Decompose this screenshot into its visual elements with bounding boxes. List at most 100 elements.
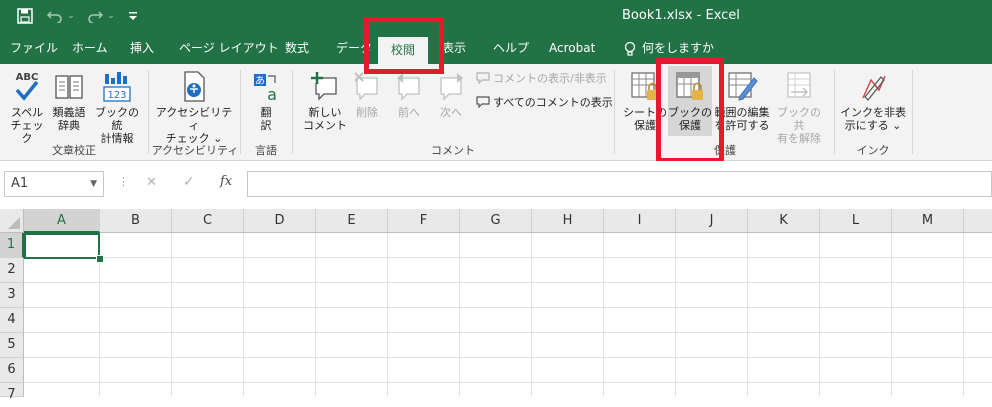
translate-line2: 訳 — [260, 119, 272, 132]
hide-ink-line1: インクを非表 — [840, 106, 906, 119]
next-comment-icon — [440, 73, 463, 101]
redo-dropdown-icon[interactable]: ⌄ — [106, 7, 116, 25]
enter-icon[interactable]: ✓ — [183, 174, 195, 190]
column-header-G[interactable]: G — [460, 209, 532, 233]
insert-function-icon[interactable]: fx — [220, 174, 232, 189]
column-header-D[interactable]: D — [244, 209, 316, 233]
workbook-statistics-button[interactable]: 123 ブックの統 計情報 — [92, 70, 142, 145]
highlight-box-protect-workbook — [656, 58, 724, 163]
stats-line1: ブックの統 — [95, 106, 139, 132]
new-comment-button[interactable]: 新しい コメント — [298, 70, 352, 132]
show-all-comments-icon — [476, 96, 490, 108]
row-header-2[interactable]: 2 — [0, 258, 24, 283]
column-header-B[interactable]: B — [100, 209, 172, 233]
worksheet-grid[interactable]: A B C D E F G H I J K L M 1 2 3 4 5 6 7 — [0, 209, 992, 402]
accessibility-line1: アクセシビリティ — [155, 106, 233, 132]
cancel-icon[interactable]: ✕ — [146, 175, 157, 190]
group-separator — [240, 70, 241, 154]
group-label-accessibility: アクセシビリティ — [151, 144, 239, 157]
new-comment-line1: 新しい — [308, 106, 342, 119]
redo-icon[interactable] — [86, 7, 104, 25]
row-header-5[interactable]: 5 — [0, 333, 24, 358]
spelling-button[interactable]: ABC スペル チェック — [6, 70, 48, 145]
row-header-4[interactable]: 4 — [0, 308, 24, 333]
svg-text:a: a — [267, 85, 277, 104]
allow-edit-ranges-icon — [728, 72, 758, 101]
column-header-F[interactable]: F — [388, 209, 460, 233]
next-comment-label: 次へ — [440, 106, 462, 119]
column-header-L[interactable]: L — [820, 209, 892, 233]
hide-ink-button[interactable]: インクを非表 示にする ⌄ — [840, 70, 906, 132]
lightbulb-icon — [624, 41, 636, 56]
name-box[interactable]: A1 ▼ — [4, 171, 104, 197]
column-header-E[interactable]: E — [316, 209, 388, 233]
delete-comment-button[interactable]: 削除 — [352, 70, 382, 119]
unshare-workbook-button[interactable]: ブックの共 有を解除 — [772, 70, 826, 145]
previous-comment-icon — [397, 73, 420, 101]
name-box-dropdown-icon[interactable]: ▼ — [90, 172, 97, 196]
tab-formulas[interactable]: 数式 — [285, 33, 309, 64]
undo-icon[interactable] — [46, 7, 64, 25]
tab-insert[interactable]: 挿入 — [130, 33, 154, 64]
tab-home[interactable]: ホーム — [72, 33, 108, 64]
active-cell-A1[interactable] — [24, 233, 100, 259]
cell-area[interactable] — [24, 233, 992, 397]
tab-file[interactable]: ファイル — [10, 33, 58, 64]
column-header-K[interactable]: K — [748, 209, 820, 233]
spelling-line1: スペル — [10, 106, 44, 119]
column-header-A[interactable]: A — [24, 209, 100, 233]
thesaurus-button[interactable]: 類義語 辞典 — [48, 70, 90, 132]
customize-qat-icon[interactable] — [126, 7, 140, 25]
column-header-overflow[interactable] — [964, 209, 992, 233]
thesaurus-line2: 辞典 — [58, 119, 80, 132]
show-hide-comment-button[interactable]: コメントの表示/非表示 — [476, 70, 607, 86]
formula-input[interactable] — [247, 171, 992, 197]
column-header-I[interactable]: I — [604, 209, 676, 233]
row-header-7[interactable]: 7 — [0, 383, 24, 402]
statistics-icon: 123 — [103, 72, 131, 102]
select-all-corner[interactable] — [0, 209, 24, 233]
fill-handle[interactable] — [96, 255, 104, 263]
translate-icon: あ a — [254, 74, 277, 104]
group-separator — [148, 70, 149, 154]
hide-ink-icon — [862, 75, 886, 101]
tab-acrobat[interactable]: Acrobat — [549, 33, 595, 64]
save-icon[interactable] — [16, 7, 34, 25]
show-all-comments-button[interactable]: すべてのコメントの表示 — [476, 94, 613, 110]
group-label-language: 言語 — [255, 144, 277, 157]
group-label-protect: 保護 — [714, 144, 736, 157]
translate-button[interactable]: あ a 翻 訳 — [246, 70, 286, 132]
book-icon — [55, 75, 83, 99]
group-separator — [834, 70, 835, 154]
column-header-J[interactable]: J — [676, 209, 748, 233]
delete-comment-icon — [354, 72, 378, 101]
row-header-1[interactable]: 1 — [0, 233, 24, 258]
column-header-M[interactable]: M — [892, 209, 964, 233]
column-header-C[interactable]: C — [172, 209, 244, 233]
svg-text:ABC: ABC — [16, 72, 39, 83]
row-header-6[interactable]: 6 — [0, 358, 24, 383]
svg-text:あ: あ — [255, 75, 265, 87]
group-separator — [614, 70, 615, 154]
column-header-H[interactable]: H — [532, 209, 604, 233]
ribbon-tab-bar: ファイル ホーム 挿入 ページ レイアウト 数式 データ 校閲 表示 ヘルプ A… — [0, 33, 992, 64]
previous-comment-label: 前へ — [398, 106, 420, 119]
tab-page-layout[interactable]: ページ レイアウト — [179, 33, 279, 64]
unshare-workbook-icon — [787, 72, 811, 98]
tab-help[interactable]: ヘルプ — [493, 33, 529, 64]
group-label-ink: インク — [856, 144, 890, 157]
thesaurus-line1: 類義語 — [52, 106, 86, 119]
comment-show-hide-icon — [476, 72, 490, 84]
group-label-proofing: 文章校正 — [52, 144, 96, 157]
show-all-comments-label: すべてのコメントの表示 — [493, 96, 613, 109]
ribbon-review: ABC スペル チェック 類義語 辞典 123 ブックの統 計情報 文章校正 ア… — [0, 64, 992, 161]
row-header-3[interactable]: 3 — [0, 283, 24, 308]
next-comment-button[interactable]: 次へ — [434, 70, 468, 119]
group-separator — [912, 70, 913, 154]
tab-view[interactable]: 表示 — [442, 33, 466, 64]
check-accessibility-button[interactable]: アクセシビリティ チェック ⌄ — [154, 70, 234, 145]
spell-check-icon: ABC — [16, 72, 39, 101]
undo-dropdown-icon[interactable]: ⌄ — [66, 7, 76, 25]
previous-comment-button[interactable]: 前へ — [392, 70, 426, 119]
group-separator — [292, 70, 293, 154]
